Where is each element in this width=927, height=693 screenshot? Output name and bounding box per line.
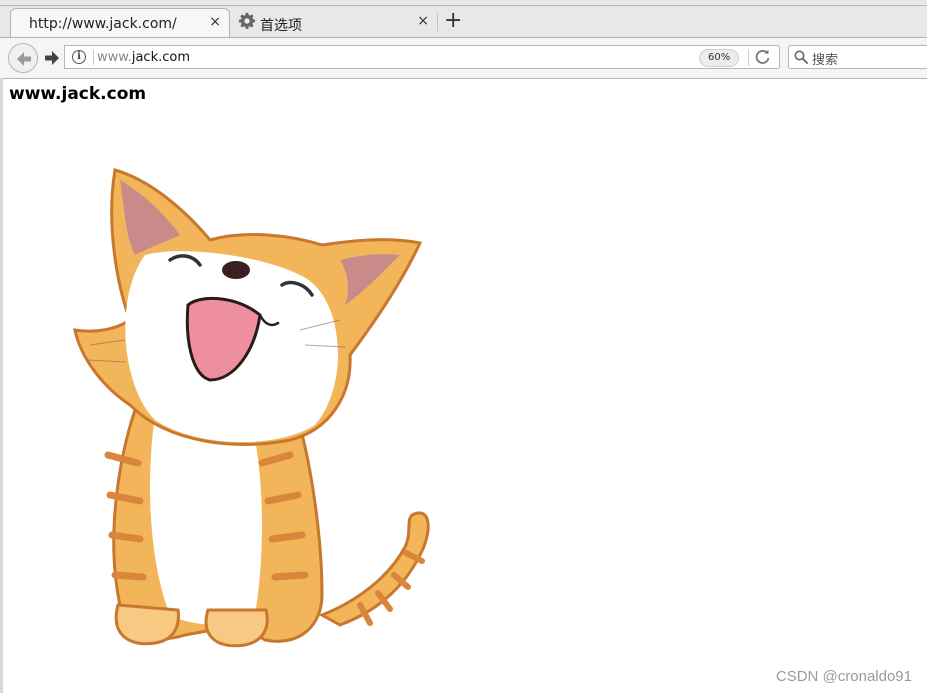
search-box[interactable]: 搜索 [788,45,927,69]
tab-title: http://www.jack.com/ [29,16,177,32]
search-placeholder: 搜索 [812,53,839,68]
reload-separator [748,49,749,66]
zoom-indicator[interactable]: 60% [699,49,740,67]
tab-separator [437,13,438,31]
tab-title: 首选项 [260,18,302,34]
forward-arrow-icon [45,51,59,65]
tab-jack-com[interactable]: http://www.jack.com/ × [10,8,230,37]
forward-button[interactable] [40,47,64,69]
window-top-border [0,5,927,6]
address-bar[interactable]: i www.jack.com 60% [64,45,780,69]
window-left-border [0,78,3,693]
back-arrow-icon [17,52,31,66]
back-button[interactable] [8,43,38,73]
info-icon[interactable]: i [72,50,86,64]
kitten-image [73,168,430,648]
url-prefix: www. [97,50,132,65]
close-tab-icon[interactable]: × [417,13,429,29]
url-separator [93,50,94,65]
url-text[interactable]: www.jack.com [97,50,190,65]
gear-icon [238,12,256,29]
page-heading: www.jack.com [9,84,147,104]
watermark: CSDN @cronaldo91 [775,668,912,685]
search-icon [794,50,808,64]
reload-icon[interactable] [754,48,772,66]
close-tab-icon[interactable]: × [209,14,221,30]
url-domain: jack.com [131,50,190,65]
new-tab-button[interactable]: + [444,9,462,33]
tab-preferences[interactable]: 首选项 × [232,8,437,37]
